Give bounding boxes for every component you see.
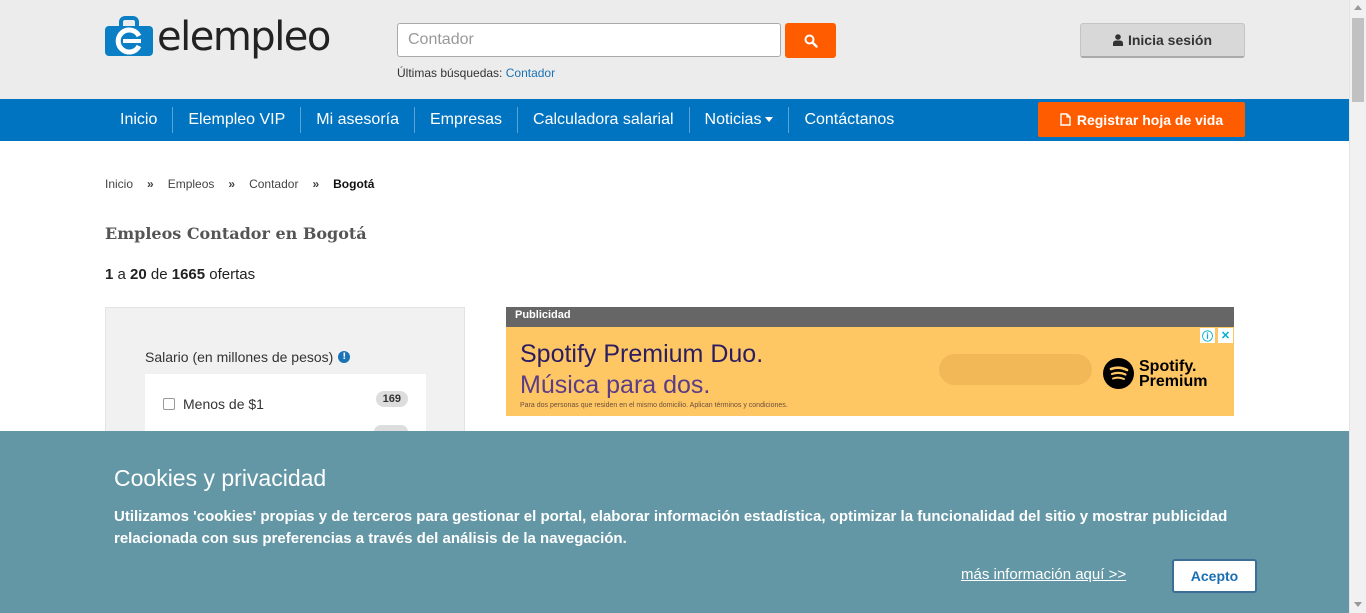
- ad-info-icon[interactable]: ⓘ: [1200, 328, 1215, 343]
- salary-filter-title: Salario (en millones de pesos) !: [145, 349, 351, 365]
- results-to: 20: [130, 266, 147, 283]
- salary-option-label: Menos de $1: [183, 396, 264, 412]
- ad-banner[interactable]: Spotify Premium Duo. Música para dos. Pa…: [506, 327, 1234, 416]
- user-icon: [1112, 34, 1123, 46]
- logo-mark-icon: [105, 16, 153, 58]
- recent-search-link[interactable]: Contador: [506, 66, 555, 80]
- spotify-logo: Spotify. Premium: [1103, 358, 1207, 389]
- scroll-thumb[interactable]: [1352, 18, 1364, 102]
- top-header: elempleo Últimas búsquedas: Contador Ini…: [0, 0, 1349, 99]
- cookie-more-info-link[interactable]: más información aquí >>: [961, 566, 1126, 583]
- breadcrumb-item-contador[interactable]: Contador: [249, 177, 298, 191]
- recent-searches: Últimas búsquedas: Contador: [397, 66, 555, 80]
- cookie-accept-button[interactable]: Acepto: [1172, 559, 1257, 593]
- breadcrumb-separator: »: [147, 177, 154, 191]
- ad-headline: Spotify Premium Duo.: [520, 340, 764, 368]
- cookie-title: Cookies y privacidad: [114, 465, 327, 491]
- ad-controls: ⓘ ✕: [1200, 328, 1233, 343]
- cookie-text: Utilizamos 'cookies' propias y de tercer…: [114, 508, 1228, 547]
- results-count: 1 a 20 de 1665 ofertas: [105, 266, 255, 283]
- breadcrumb-item-inicio[interactable]: Inicio: [105, 177, 133, 191]
- ad-close-icon[interactable]: ✕: [1218, 328, 1233, 343]
- nav-item-inicio[interactable]: Inicio: [105, 107, 172, 133]
- breadcrumb-separator: »: [228, 177, 236, 191]
- breadcrumb: Inicio » Empleos » Contador » Bogotá: [105, 177, 374, 191]
- spotify-icon: [1103, 358, 1134, 389]
- salary-option-count: 169: [375, 391, 408, 407]
- search-icon: [804, 34, 818, 48]
- page-title: Empleos Contador en Bogotá: [105, 224, 367, 243]
- search-input[interactable]: [397, 23, 781, 57]
- recent-searches-label: Últimas búsquedas:: [397, 66, 503, 80]
- login-button[interactable]: Inicia sesión: [1080, 23, 1245, 58]
- caret-down-icon: [765, 117, 774, 123]
- results-total: 1665: [171, 266, 206, 283]
- nav-item-contactanos[interactable]: Contáctanos: [788, 107, 909, 133]
- spotify-wordmark-line2: Premium: [1139, 372, 1208, 390]
- spotify-wordmark: Spotify. Premium: [1139, 358, 1208, 390]
- nav-item-noticias-label: Noticias: [704, 111, 762, 128]
- nav-item-calculadora-salarial[interactable]: Calculadora salarial: [517, 107, 689, 133]
- ad-fine-print: Para dos personas que residen en el mism…: [520, 402, 788, 409]
- login-label: Inicia sesión: [1127, 32, 1213, 48]
- ad-header: Publicidad: [506, 307, 1234, 327]
- nav-item-elempleo-vip[interactable]: Elempleo VIP: [172, 107, 300, 133]
- page-scrollbar[interactable]: [1349, 0, 1366, 613]
- scroll-up-icon[interactable]: [1354, 5, 1362, 10]
- nav-item-noticias[interactable]: Noticias: [688, 107, 789, 133]
- salary-option-checkbox[interactable]: [163, 398, 175, 410]
- document-icon: [1060, 113, 1071, 126]
- salary-filter-label: Salario (en millones de pesos): [145, 349, 334, 365]
- breadcrumb-item-current: Bogotá: [333, 177, 375, 191]
- info-icon[interactable]: !: [338, 351, 351, 363]
- scroll-down-icon[interactable]: [1354, 602, 1362, 607]
- results-from: 1: [105, 266, 114, 283]
- register-cv-button[interactable]: Registrar hoja de vida: [1038, 102, 1245, 137]
- breadcrumb-separator: »: [312, 177, 320, 191]
- results-de: de: [150, 266, 168, 283]
- register-cv-label: Registrar hoja de vida: [1076, 111, 1224, 128]
- results-a: a: [117, 266, 126, 283]
- search-button[interactable]: [785, 23, 836, 58]
- nav-item-mi-asesoria[interactable]: Mi asesoría: [300, 107, 414, 133]
- salary-option[interactable]: Menos de $1: [163, 396, 264, 412]
- breadcrumb-item-empleos[interactable]: Empleos: [168, 177, 215, 191]
- nav-item-empresas[interactable]: Empresas: [414, 107, 517, 133]
- results-suffix: ofertas: [209, 266, 256, 283]
- ad-subheadline: Música para dos.: [520, 371, 711, 399]
- ad-pill-shape: [939, 354, 1092, 385]
- cookie-banner: Cookies y privacidad Utilizamos 'cookies…: [0, 431, 1349, 613]
- logo-text: elempleo: [157, 14, 331, 60]
- elempleo-logo[interactable]: elempleo: [105, 14, 331, 60]
